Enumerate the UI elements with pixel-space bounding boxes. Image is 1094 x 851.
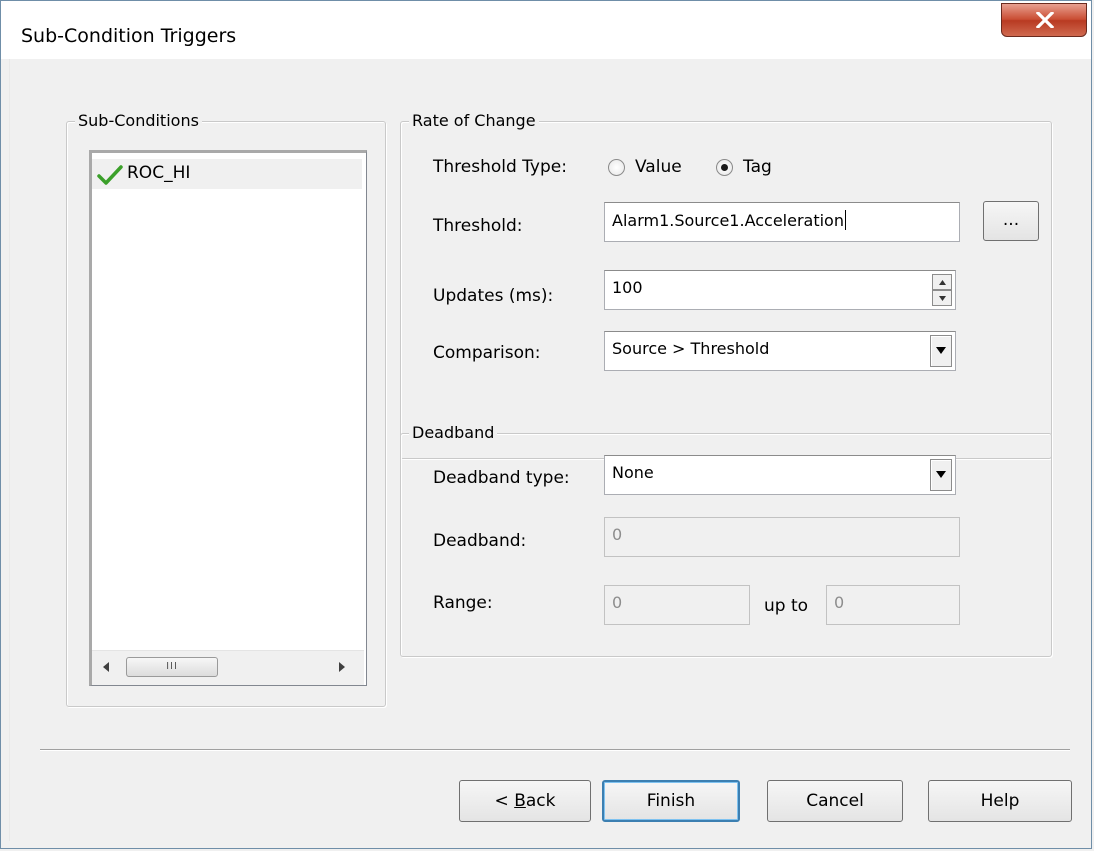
browse-button-label: ...: [1002, 210, 1020, 230]
scroll-thumb[interactable]: III: [126, 657, 218, 677]
spin-down-icon: [939, 296, 946, 301]
check-icon: [97, 165, 123, 185]
range-to-value: 0: [834, 593, 845, 612]
threshold-label: Threshold:: [433, 216, 523, 236]
close-icon: [1036, 12, 1054, 28]
scroll-left-icon[interactable]: [102, 662, 110, 672]
threshold-input-value: Alarm1.Source1.Acceleration: [612, 211, 844, 230]
finish-label: Finish: [646, 791, 696, 811]
up-to-label: up to: [764, 596, 809, 616]
back-button[interactable]: < Back: [459, 780, 591, 822]
spin-down-button[interactable]: [932, 290, 952, 306]
comparison-dropdown-button[interactable]: [930, 335, 952, 367]
sub-conditions-legend: Sub-Conditions: [75, 111, 202, 131]
chevron-down-icon: [936, 347, 946, 354]
radio-value-label[interactable]: Value: [635, 156, 682, 178]
help-label: Help: [980, 791, 1020, 811]
range-from-value: 0: [612, 593, 623, 612]
range-from-input: 0: [604, 585, 750, 625]
updates-label: Updates (ms):: [433, 286, 554, 306]
radio-tag-label[interactable]: Tag: [743, 156, 772, 178]
back-rest: ack: [525, 791, 556, 811]
scroll-right-icon[interactable]: [338, 662, 346, 672]
back-mnemonic: B: [514, 791, 526, 811]
footer-separator: [40, 749, 1070, 751]
range-to-input: 0: [826, 585, 960, 625]
list-item-label: ROC_HI: [127, 163, 191, 183]
dialog-window: Sub-Condition Triggers Sub-Conditions RO…: [0, 0, 1092, 849]
threshold-type-label: Threshold Type:: [433, 157, 567, 177]
radio-value[interactable]: [608, 159, 625, 176]
horizontal-scrollbar[interactable]: III: [92, 650, 364, 685]
spin-up-icon: [939, 280, 946, 285]
deadband-legend: Deadband: [409, 423, 498, 443]
comparison-value: Source > Threshold: [612, 339, 770, 358]
list-item[interactable]: ROC_HI: [92, 159, 362, 189]
cancel-button[interactable]: Cancel: [767, 780, 903, 822]
deadband-type-select[interactable]: None: [604, 455, 956, 495]
deadband-value: 0: [612, 525, 623, 544]
deadband-type-value: None: [612, 463, 654, 482]
title-bar: Sub-Condition Triggers: [1, 1, 1091, 59]
finish-button[interactable]: Finish: [602, 780, 740, 822]
deadband-label: Deadband:: [433, 531, 527, 551]
updates-stepper[interactable]: 100: [604, 270, 956, 310]
radio-tag[interactable]: [716, 159, 733, 176]
window-title: Sub-Condition Triggers: [21, 25, 237, 47]
help-button[interactable]: Help: [928, 780, 1072, 822]
close-button[interactable]: [1001, 3, 1087, 37]
comparison-label: Comparison:: [433, 343, 541, 363]
dialog-client-area: Sub-Conditions ROC_HI III Rate of Change…: [9, 59, 1086, 841]
comparison-select[interactable]: Source > Threshold: [604, 331, 956, 371]
rate-of-change-legend: Rate of Change: [409, 111, 539, 131]
text-caret: [844, 210, 846, 230]
threshold-input[interactable]: Alarm1.Source1.Acceleration: [604, 202, 960, 242]
deadband-input: 0: [604, 517, 960, 557]
deadband-type-label: Deadband type:: [433, 468, 570, 488]
deadband-type-dropdown-button[interactable]: [930, 459, 952, 491]
scroll-thumb-grip: III: [166, 661, 178, 672]
back-prefix: <: [494, 791, 515, 811]
sub-conditions-list[interactable]: ROC_HI III: [89, 150, 367, 686]
cancel-label: Cancel: [806, 791, 864, 811]
chevron-down-icon: [936, 471, 946, 478]
updates-spin[interactable]: [932, 274, 952, 306]
updates-value: 100: [612, 278, 643, 297]
spin-up-button[interactable]: [932, 274, 952, 290]
range-label: Range:: [433, 593, 493, 613]
browse-button[interactable]: ...: [983, 201, 1039, 241]
